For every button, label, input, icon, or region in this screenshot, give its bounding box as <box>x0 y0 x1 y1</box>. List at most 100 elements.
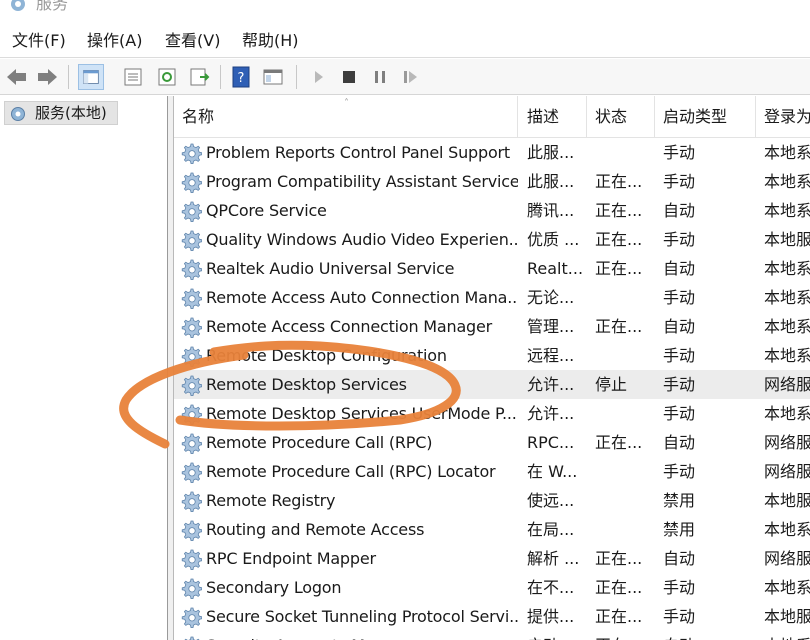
table-row[interactable]: Quality Windows Audio Video Experien... 优… <box>174 225 810 254</box>
services-list: 名称 ˄ 描述 状态 启动类型 登录为 Problem Reports Cont… <box>174 96 810 640</box>
column-header-logon[interactable]: 登录为 <box>756 96 810 138</box>
menu-action[interactable]: 操作(A) <box>87 30 142 52</box>
service-status: 正在... <box>595 607 643 626</box>
console-tree-icon[interactable] <box>78 64 104 90</box>
properties-icon[interactable] <box>120 64 146 90</box>
service-name: Security Accounts Manager <box>206 631 518 640</box>
menu-file[interactable]: 文件(F) <box>12 30 66 52</box>
table-row[interactable]: Secondary Logon 在不... 正在... 手动 本地系 <box>174 573 810 602</box>
table-row[interactable]: Program Compatibility Assistant Service 此… <box>174 167 810 196</box>
table-row[interactable]: Security Accounts Manager 启动... 正在... 自动 本地系 <box>174 631 810 640</box>
service-logon-as: 网络服 <box>764 462 810 481</box>
menu-bar: 文件(F) 操作(A) 查看(V) 帮助(H) <box>0 24 810 58</box>
service-logon-as: 网络服 <box>764 549 810 568</box>
service-status: 正在... <box>595 631 655 640</box>
service-gear-icon <box>181 433 202 454</box>
service-startup-type: 手动 <box>663 230 696 249</box>
service-gear-icon <box>181 230 202 251</box>
window-title: 服务 <box>36 0 69 13</box>
play-icon[interactable] <box>306 64 332 90</box>
forward-arrow-icon[interactable] <box>34 64 60 90</box>
service-gear-icon <box>181 172 202 193</box>
service-gear-icon <box>181 607 202 628</box>
table-row[interactable]: RPC Endpoint Mapper 解析 ... 正在... 自动 网络服 <box>174 544 810 573</box>
service-description: 解析 ... <box>527 549 580 568</box>
mmc-icon[interactable] <box>260 64 286 90</box>
tree-item-services-local[interactable]: 服务(本地) <box>4 101 118 125</box>
service-status: 正在... <box>595 201 643 220</box>
menu-view[interactable]: 查看(V) <box>165 30 220 52</box>
column-header-desc[interactable]: 描述 <box>519 96 587 138</box>
service-description: 提供... <box>527 607 575 626</box>
service-name: Remote Registry <box>206 491 336 510</box>
service-gear-icon <box>181 317 202 338</box>
table-row[interactable]: Remote Access Auto Connection Mana... 无论.… <box>174 283 810 312</box>
service-status: 停止 <box>595 375 628 394</box>
service-status: 正在... <box>595 230 643 249</box>
service-startup-type: 自动 <box>663 259 696 278</box>
service-name: Remote Procedure Call (RPC) Locator <box>206 462 496 481</box>
table-row[interactable]: Realtek Audio Universal Service Realt... 正… <box>174 254 810 283</box>
service-name: Program Compatibility Assistant Service <box>206 172 518 191</box>
table-row[interactable]: Routing and Remote Access 在局... 禁用 本地系 <box>174 515 810 544</box>
service-status <box>595 486 655 515</box>
table-row[interactable]: Remote Procedure Call (RPC) RPC... 正在... 自动… <box>174 428 810 457</box>
table-row[interactable]: Remote Desktop Services 允许... 停止 手动 网络服 <box>174 370 810 399</box>
help-icon[interactable]: ? <box>228 64 254 90</box>
service-gear-icon <box>181 288 202 309</box>
service-description: 在局... <box>527 520 575 539</box>
service-name: Remote Desktop Services <box>206 375 407 394</box>
service-logon-as: 本地服 <box>764 230 810 249</box>
table-row[interactable]: QPCore Service 腾讯... 正在... 自动 本地系 <box>174 196 810 225</box>
table-row[interactable]: Remote Desktop Services UserMode P... 允许.… <box>174 399 810 428</box>
service-status: 正在... <box>595 259 643 278</box>
service-name: Remote Desktop Services UserMode P... <box>206 404 517 423</box>
service-description: 使远... <box>527 491 575 510</box>
service-status: 正在... <box>595 578 643 597</box>
service-gear-icon <box>181 143 202 164</box>
service-description: 管理... <box>527 317 575 336</box>
menu-help[interactable]: 帮助(H) <box>242 30 299 52</box>
service-logon-as: 本地系 <box>764 143 810 162</box>
service-gear-icon <box>181 346 202 367</box>
service-status: 正在... <box>595 433 643 452</box>
title-bar: 服务 <box>0 0 810 22</box>
service-gear-icon <box>181 491 202 512</box>
pause-icon[interactable] <box>367 64 393 90</box>
refresh-icon[interactable] <box>154 64 180 90</box>
table-row[interactable]: Remote Access Connection Manager 管理... 正在.… <box>174 312 810 341</box>
service-startup-type: 手动 <box>663 462 696 481</box>
service-name: Quality Windows Audio Video Experien... <box>206 230 518 249</box>
service-description: 在不... <box>527 578 575 597</box>
service-description: 允许... <box>527 375 575 394</box>
service-logon-as: 本地系 <box>764 631 810 640</box>
service-startup-type: 手动 <box>663 375 696 394</box>
stop-icon[interactable] <box>336 64 362 90</box>
service-gear-icon <box>181 520 202 541</box>
service-logon-as: 本地系 <box>764 404 810 423</box>
back-arrow-icon[interactable] <box>4 64 30 90</box>
table-row[interactable]: Remote Procedure Call (RPC) Locator 在 W..… <box>174 457 810 486</box>
service-description: 腾讯... <box>527 201 575 220</box>
service-status <box>595 341 655 370</box>
table-row[interactable]: Secure Socket Tunneling Protocol Servi..… <box>174 602 810 631</box>
table-row[interactable]: Problem Reports Control Panel Support 此服.… <box>174 138 810 167</box>
service-name: Routing and Remote Access <box>206 520 425 539</box>
restart-icon[interactable] <box>398 64 424 90</box>
service-gear-icon <box>181 259 202 280</box>
column-header-status[interactable]: 状态 <box>587 96 655 138</box>
service-name: Realtek Audio Universal Service <box>206 259 455 278</box>
column-header-startup[interactable]: 启动类型 <box>655 96 756 138</box>
table-row[interactable]: Remote Registry 使远... 禁用 本地服 <box>174 486 810 515</box>
table-row[interactable]: Remote Desktop Configuration 远程... 手动 本地系 <box>174 341 810 370</box>
service-startup-type: 自动 <box>663 549 696 568</box>
console-tree: 服务(本地) <box>0 96 168 640</box>
service-status <box>595 399 655 428</box>
service-logon-as: 本地系 <box>764 520 810 539</box>
service-logon-as: 本地系 <box>764 288 810 307</box>
service-startup-type: 手动 <box>663 143 696 162</box>
export-list-icon[interactable] <box>186 64 212 90</box>
toolbar-separator <box>296 65 297 89</box>
service-gear-icon <box>181 578 202 599</box>
sort-ascending-icon: ˄ <box>344 98 349 109</box>
